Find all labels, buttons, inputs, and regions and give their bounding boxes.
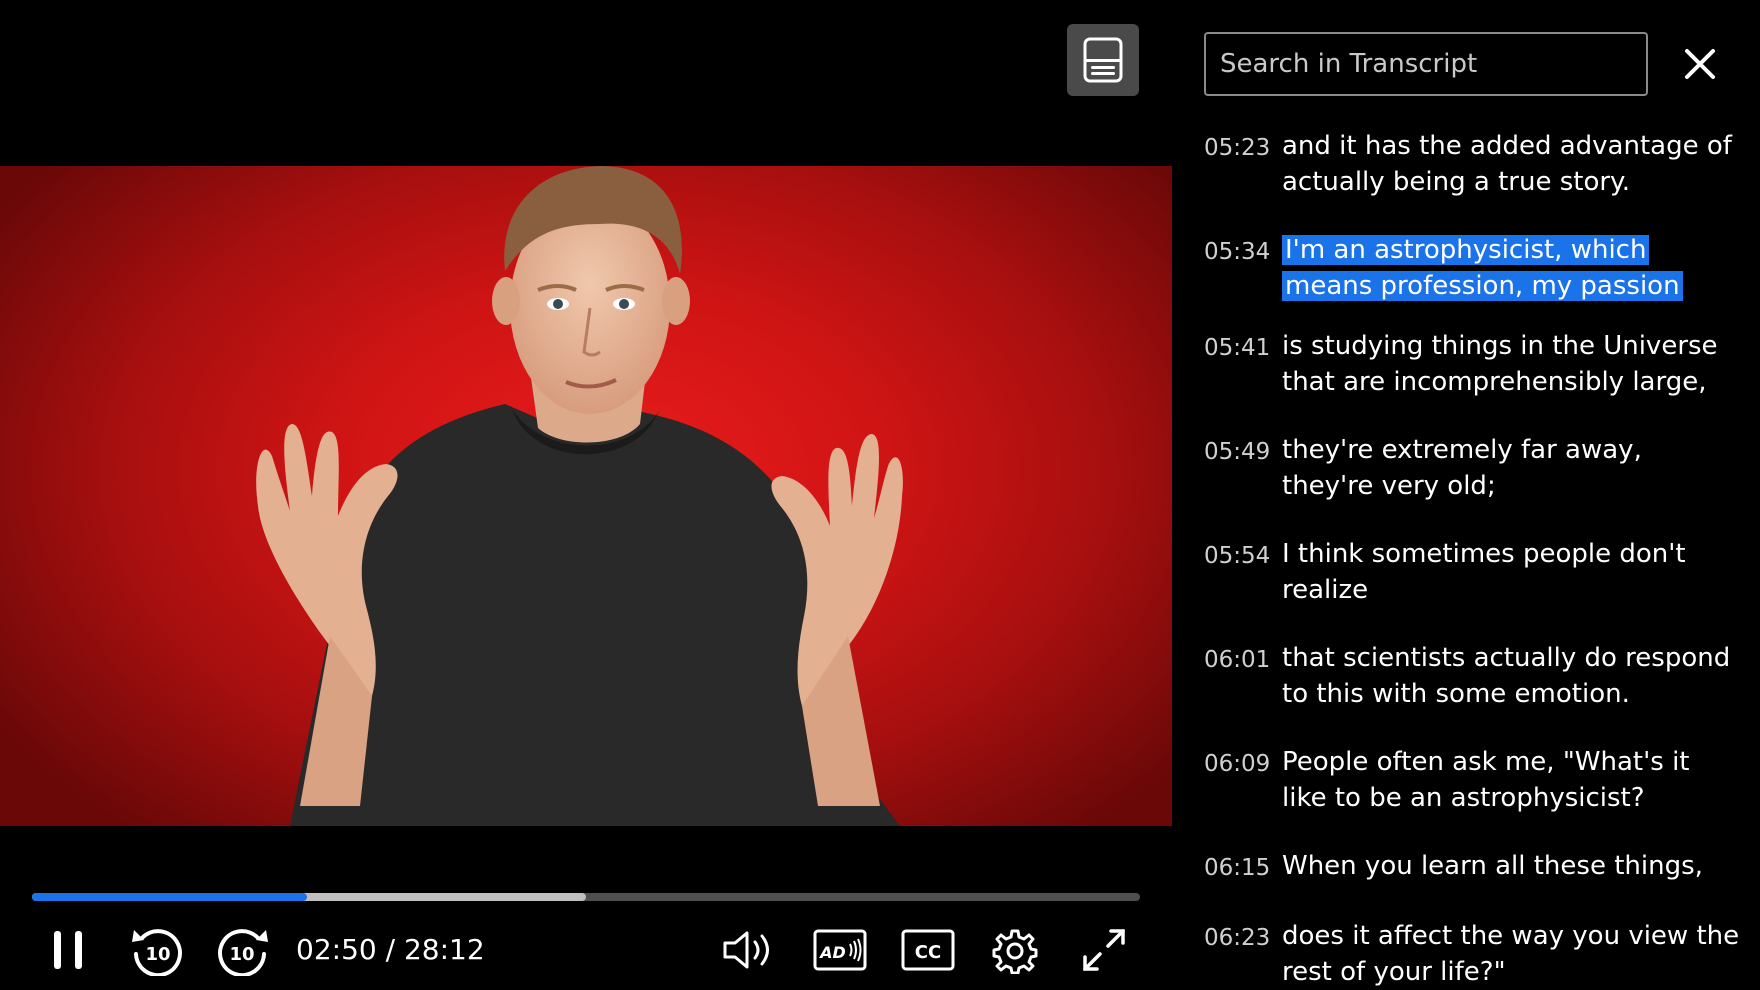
close-icon (1685, 49, 1715, 79)
closed-captions-icon: CC (901, 929, 955, 971)
pause-icon (54, 931, 82, 969)
rewind-10-icon: 10 (132, 929, 182, 976)
cue-timestamp: 05:23 (1204, 135, 1271, 161)
settings-button[interactable] (990, 926, 1040, 976)
cue-timestamp: 06:01 (1204, 647, 1271, 673)
cue-timestamp: 05:54 (1204, 543, 1271, 569)
video-player: 10 10 02:50 / 28:12 AD CC (0, 0, 1172, 990)
fullscreen-button[interactable] (1078, 924, 1130, 976)
transcript-toggle-button[interactable] (1067, 24, 1139, 96)
cue-highlight: I'm an astrophysicist, which means profe… (1282, 235, 1683, 301)
cue-text: that scientists actually do respond to t… (1282, 643, 1731, 709)
pause-button[interactable] (44, 926, 92, 974)
cue-text: I'm an astrophysicist, which means profe… (1282, 232, 1740, 304)
closed-captions-button[interactable]: CC (900, 928, 956, 972)
transcript-search-input[interactable] (1204, 32, 1648, 96)
volume-button[interactable] (720, 924, 780, 976)
time-display: 02:50 / 28:12 (296, 932, 485, 968)
svg-text:CC: CC (915, 942, 941, 963)
video-frame[interactable] (0, 166, 1172, 826)
cue-text: and it has the added advantage of actual… (1282, 131, 1732, 197)
played-bar (32, 893, 307, 901)
cue-text: is studying things in the Universe that … (1282, 331, 1718, 397)
cue-timestamp: 06:23 (1204, 925, 1271, 951)
duration: 28:12 (403, 933, 485, 966)
svg-text:10: 10 (229, 944, 254, 965)
progress-bar[interactable] (32, 893, 1140, 901)
audio-description-icon: AD (813, 929, 867, 971)
gear-icon (992, 929, 1038, 974)
cue-timestamp: 05:49 (1204, 439, 1271, 465)
cue-timestamp: 06:15 (1204, 855, 1271, 881)
fullscreen-icon (1083, 929, 1125, 971)
forward-10-icon: 10 (218, 929, 268, 976)
current-time: 02:50 (296, 933, 377, 966)
transcript-icon (1083, 37, 1123, 83)
cue-text: When you learn all these things, (1282, 851, 1703, 881)
cue-timestamp: 05:34 (1204, 239, 1271, 265)
rewind-10-button[interactable]: 10 (128, 924, 184, 976)
audio-description-button[interactable]: AD (812, 928, 868, 972)
cue-timestamp: 06:09 (1204, 751, 1271, 777)
cue-text: does it affect the way you view the rest… (1282, 921, 1740, 987)
video-content (256, 166, 903, 826)
svg-text:10: 10 (145, 944, 170, 965)
volume-icon (723, 931, 769, 969)
close-transcript-button[interactable] (1676, 40, 1724, 88)
cue-text: they're extremely far away, they're very… (1282, 435, 1642, 501)
time-separator: / (376, 933, 404, 966)
transcript-panel: 05:23 and it has the added advantage of … (1172, 0, 1760, 990)
forward-10-button[interactable]: 10 (216, 924, 272, 976)
cue-text: People often ask me, "What's it like to … (1282, 747, 1690, 813)
cue-text: I think sometimes people don't realize (1282, 539, 1686, 605)
cue-timestamp: 05:41 (1204, 335, 1271, 361)
svg-text:AD: AD (818, 943, 846, 962)
